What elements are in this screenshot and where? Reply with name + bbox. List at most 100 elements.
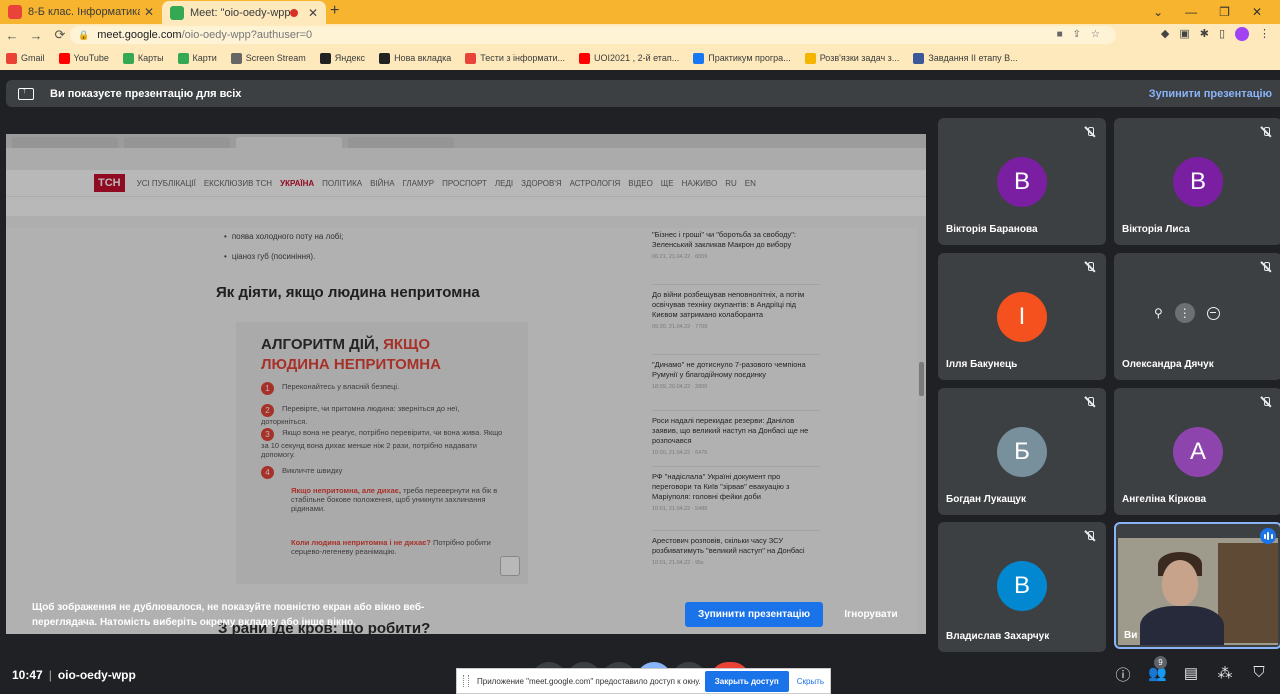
participant-avatar: В (997, 157, 1047, 207)
bookmark-item[interactable]: Завдання ІІ етапу В... (913, 52, 1018, 64)
bookmark-item[interactable]: UOI2021 , 2-й етап... (579, 52, 680, 64)
share-icon[interactable]: ⇪ (1073, 29, 1081, 40)
participant-name: Владислав Захарчук (946, 631, 1050, 642)
extension-icon[interactable]: ◆ (1161, 27, 1169, 41)
participants-count-badge: 9 (1154, 656, 1167, 669)
participant-avatar: І (997, 292, 1047, 342)
hide-link[interactable]: Скрыть (797, 677, 824, 686)
mirror-warning-bar: Щоб зображення не дублювалося, не показу… (6, 598, 926, 634)
bookmark-favicon-icon (122, 52, 134, 64)
presenting-banner: Ви показуєте презентацію для всіх Зупини… (6, 80, 1280, 107)
profile-avatar-icon[interactable] (1235, 27, 1249, 41)
close-access-button[interactable]: Закрыть доступ (704, 670, 789, 692)
new-tab-icon[interactable]: + (330, 2, 339, 20)
host-controls-icon[interactable]: ⛉ (1250, 664, 1268, 685)
browser-tab-meet[interactable]: Meet: "oio-oedy-wpp" ✕ (162, 1, 326, 25)
bookmark-label: UOI2021 , 2-й етап... (594, 53, 680, 63)
bookmark-favicon-icon (319, 52, 331, 64)
self-video-tile[interactable]: Ви (1114, 522, 1280, 649)
self-camera-feed (1118, 538, 1278, 645)
sidebar-icon[interactable]: ▯ (1219, 27, 1225, 41)
participant-tile[interactable]: І Ілля Бакунець (938, 253, 1106, 380)
bookmark-item[interactable]: Карты (122, 52, 164, 64)
bookmark-label: Завдання ІІ етапу В... (928, 53, 1018, 63)
bookmark-item[interactable]: Нова вкладка (379, 52, 451, 64)
participant-tile[interactable]: В Владислав Захарчук (938, 522, 1106, 652)
stop-presenting-button[interactable]: Зупинити презентацію (685, 602, 823, 627)
participant-name: Ілля Бакунець (946, 359, 1018, 370)
back-icon[interactable]: ← (0, 28, 24, 43)
mic-off-icon (1084, 530, 1096, 542)
bookmark-favicon-icon (465, 52, 477, 64)
share-notice-text: Приложение "meet.google.com" предоставил… (477, 676, 701, 686)
close-window-icon[interactable]: ✕ (1252, 5, 1262, 19)
omnibox-icons: ■ ⇪ ☆ (1057, 29, 1100, 40)
puzzle-icon[interactable]: ✱ (1200, 27, 1209, 41)
url-path: /oio-oedy-wpp?authuser=0 (181, 29, 313, 41)
forward-icon[interactable]: → (24, 28, 48, 43)
bookmark-star-icon[interactable]: ☆ (1091, 29, 1100, 40)
bookmark-item[interactable]: YouTube (58, 52, 109, 64)
participant-tile[interactable]: Б Богдан Лукащук (938, 388, 1106, 515)
bookmark-label: Розв'язки задач з... (819, 53, 900, 63)
camera-icon[interactable]: ■ (1057, 29, 1063, 40)
address-bar-row: ← → ⟳ 🔒 meet.google.com/oio-oedy-wpp?aut… (0, 24, 1280, 46)
people-icon[interactable]: 👥 9 (1148, 656, 1167, 685)
close-tab-icon[interactable]: ✕ (144, 5, 154, 19)
bookmark-label: YouTube (73, 53, 109, 63)
bookmark-item[interactable]: Тести з інформати... (465, 52, 565, 64)
bookmark-item[interactable]: Практикум програ... (693, 52, 791, 64)
participant-tile[interactable]: А Ангеліна Кіркова (1114, 388, 1280, 515)
browser-tab-classroom[interactable]: 8-Б клас. Інформатика. Карпещ ✕ (0, 0, 162, 24)
chat-icon[interactable]: ▤ (1182, 664, 1200, 685)
bookmark-item[interactable]: Screen Stream (230, 52, 306, 64)
reload-icon[interactable]: ⟳ (48, 27, 72, 43)
screen-share-notice: Приложение "meet.google.com" предоставил… (456, 668, 831, 694)
mic-off-icon (1260, 126, 1272, 138)
tile-hover-controls: ⚲ ⋮ (1154, 303, 1220, 323)
menu-dots-icon[interactable]: ⋮ (1259, 27, 1270, 41)
lock-icon: 🔒 (78, 29, 90, 40)
participant-avatar: Б (997, 427, 1047, 477)
participant-name: Олександра Дячук (1122, 359, 1214, 370)
bookmark-favicon-icon (58, 52, 70, 64)
self-name: Ви (1124, 630, 1138, 641)
participant-tile[interactable]: ⚲ ⋮ Олександра Дячук (1114, 253, 1280, 380)
shared-screen-dim-overlay (6, 134, 926, 634)
bookmark-favicon-icon (579, 52, 591, 64)
close-tab-icon[interactable]: ✕ (308, 6, 318, 20)
participant-name: Богдан Лукащук (946, 494, 1026, 505)
url-host: meet.google.com (97, 29, 182, 41)
activities-icon[interactable]: ⁂ (1216, 664, 1234, 685)
extension-icon[interactable]: ▣ (1179, 27, 1189, 41)
bookmark-item[interactable]: Яндекс (319, 52, 365, 64)
tab-search-icon[interactable]: ⌄ (1153, 5, 1163, 19)
participant-tile[interactable]: В Вікторія Лиса (1114, 118, 1280, 245)
bookmark-item[interactable]: Карти (177, 52, 217, 64)
pin-icon[interactable]: ⚲ (1154, 306, 1163, 320)
browser-tab-bar: 8-Б клас. Інформатика. Карпещ ✕ Meet: "o… (0, 0, 1280, 25)
bookmark-item[interactable]: Gmail (6, 52, 45, 64)
minimize-icon[interactable]: — (1185, 5, 1197, 19)
participant-name: Ангеліна Кіркова (1122, 494, 1207, 505)
meeting-info-icon[interactable]: ⓘ (1114, 664, 1132, 685)
bookmark-favicon-icon (379, 52, 391, 64)
more-options-icon[interactable]: ⋮ (1174, 303, 1195, 323)
bookmark-favicon-icon (693, 52, 705, 64)
bookmark-item[interactable]: Розв'язки задач з... (804, 52, 900, 64)
mirror-warning-text: Щоб зображення не дублювалося, не показу… (32, 602, 425, 628)
url-field[interactable]: 🔒 meet.google.com/oio-oedy-wpp?authuser=… (70, 26, 1116, 44)
participant-name: Вікторія Лиса (1122, 224, 1190, 235)
participant-tile[interactable]: В Вікторія Баранова (938, 118, 1106, 245)
maximize-icon[interactable]: ❐ (1219, 5, 1230, 19)
mic-off-icon (1084, 261, 1096, 273)
bookmark-label: Практикум програ... (708, 53, 791, 63)
classroom-favicon-icon (8, 5, 22, 19)
drag-handle-icon[interactable] (463, 675, 469, 687)
tab-title: Meet: "oio-oedy-wpp" (190, 7, 290, 19)
remove-icon[interactable] (1206, 306, 1220, 320)
stop-presenting-link[interactable]: Зупинити презентацію (1149, 88, 1272, 100)
ignore-button[interactable]: Ігнорувати (836, 602, 906, 627)
mic-off-icon (1084, 396, 1096, 408)
extension-icons: ◆ ▣ ✱ ▯ ⋮ (1161, 27, 1270, 41)
